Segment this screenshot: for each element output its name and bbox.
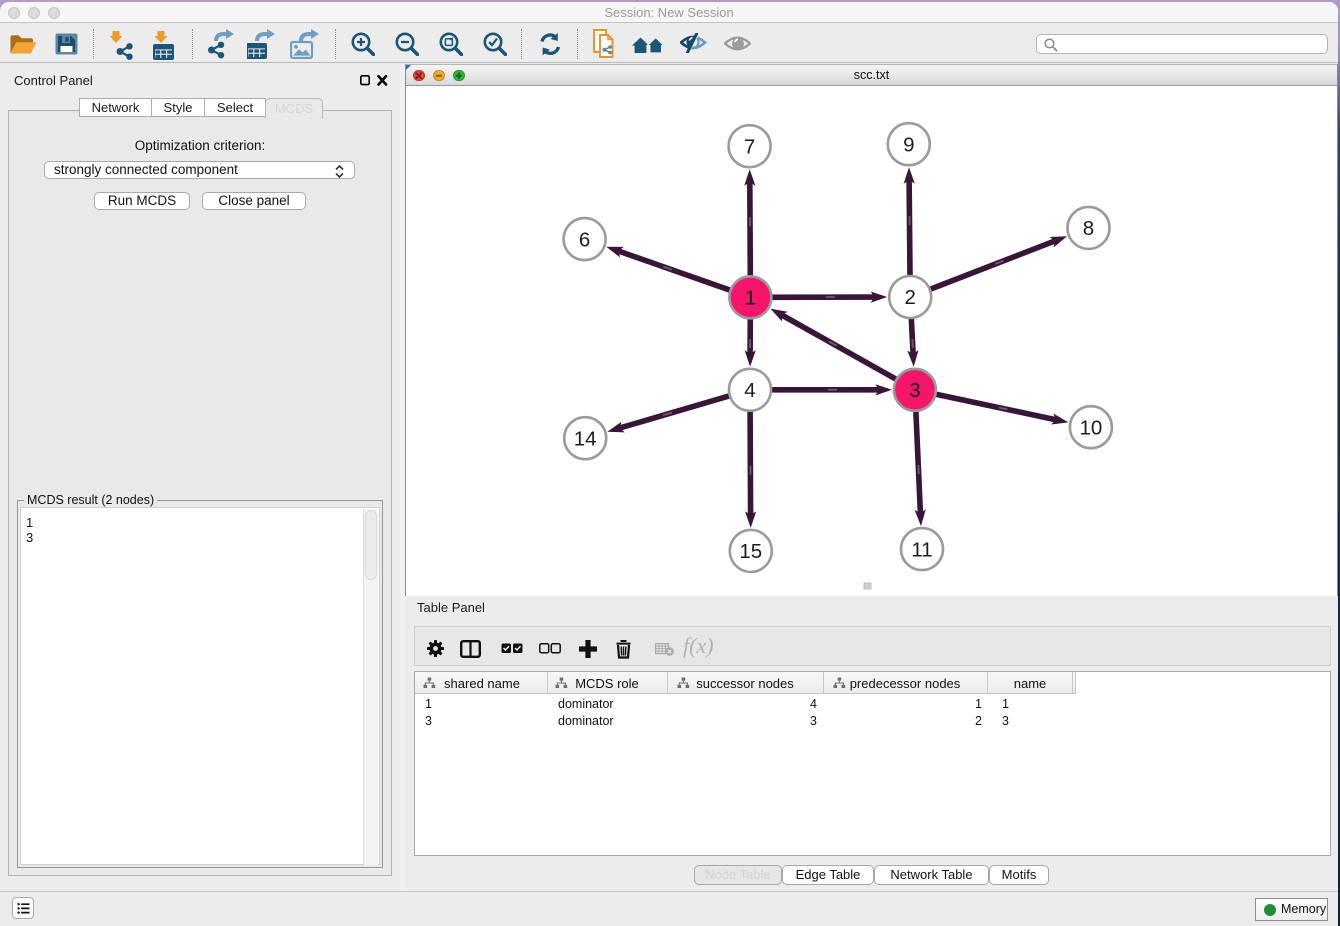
- svg-text:15: 15: [739, 540, 762, 563]
- svg-text:6: 6: [579, 228, 590, 251]
- svg-text:9: 9: [903, 133, 914, 156]
- svg-text:1: 1: [745, 287, 756, 310]
- svg-text:3: 3: [909, 379, 920, 402]
- svg-text:14: 14: [574, 427, 597, 450]
- svg-text:10: 10: [1079, 416, 1102, 439]
- svg-text:4: 4: [744, 379, 755, 402]
- svg-text:11: 11: [911, 538, 932, 561]
- svg-text:8: 8: [1083, 217, 1094, 240]
- svg-text:7: 7: [744, 135, 755, 158]
- svg-text:2: 2: [904, 286, 915, 309]
